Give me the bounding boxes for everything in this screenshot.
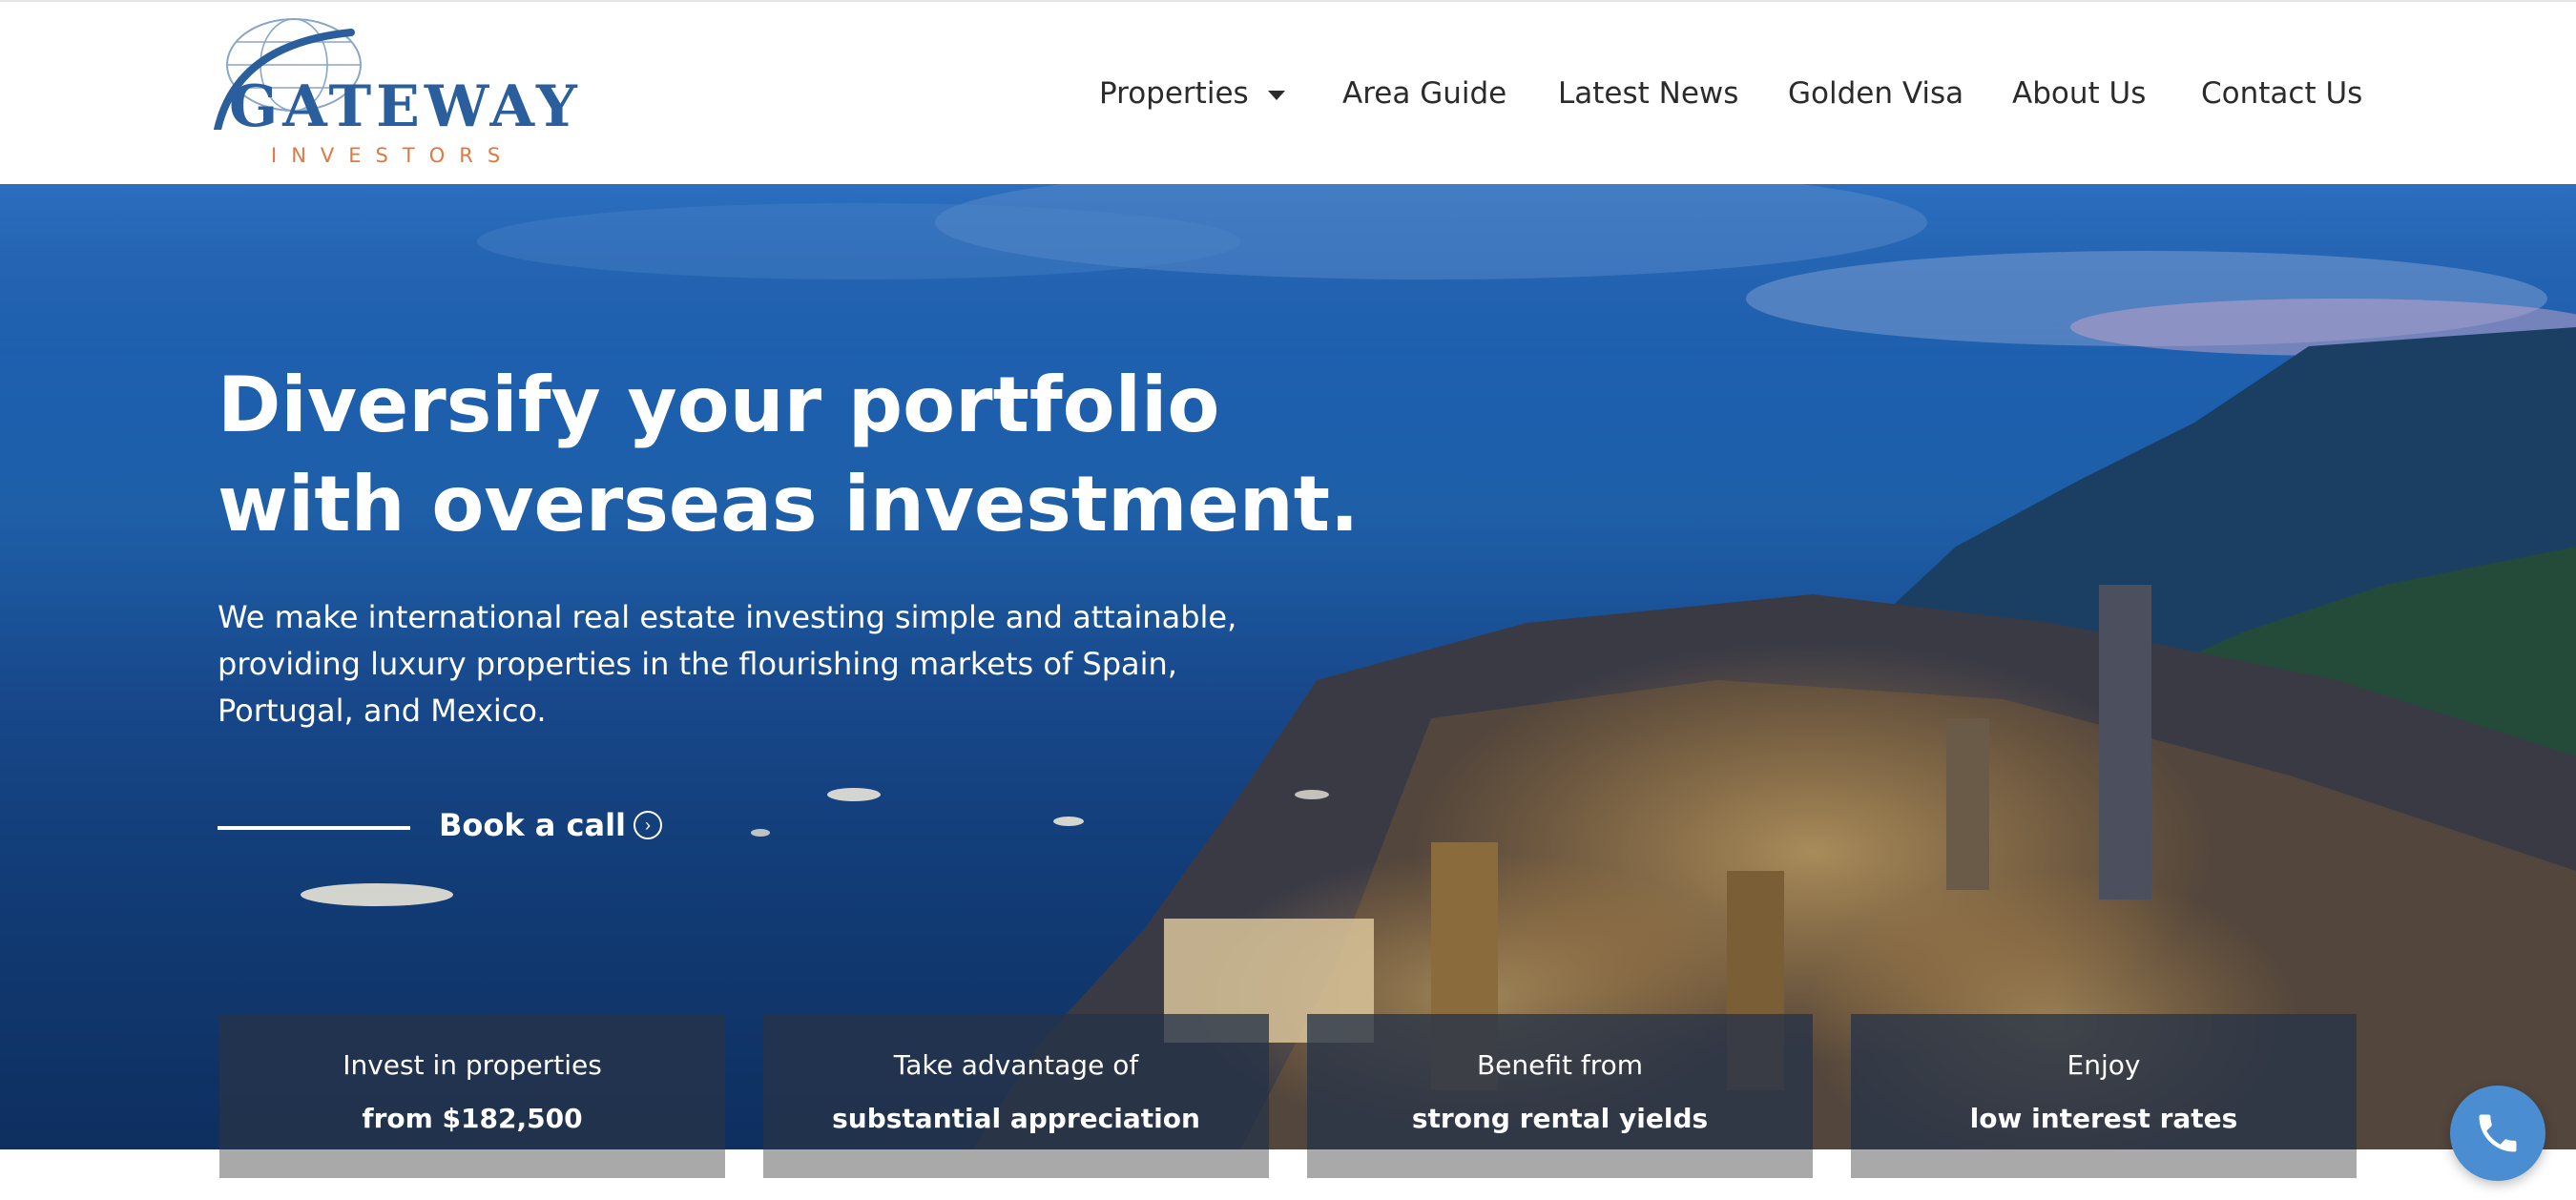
nav-item-label: Golden Visa xyxy=(1788,76,1964,111)
logo-subline: INVESTORS xyxy=(271,144,515,167)
nav-item-label: Contact Us xyxy=(2201,76,2363,111)
card-line2: substantial appreciation xyxy=(832,1103,1200,1134)
feature-card-appreciation: Take advantage of substantial appreciati… xyxy=(763,1014,1269,1178)
feature-card-rental-yields: Benefit from strong rental yields xyxy=(1307,1014,1813,1178)
nav-item-label: Area Guide xyxy=(1342,76,1507,111)
feature-card-interest-rates: Enjoy low interest rates xyxy=(1851,1014,2357,1178)
nav-item-golden-visa[interactable]: Golden Visa xyxy=(1788,72,1963,114)
book-a-call-label: Book a call xyxy=(439,807,627,843)
nav-item-about-us[interactable]: About Us xyxy=(2012,72,2146,114)
hero-lead-text: We make international real estate invest… xyxy=(218,599,1237,729)
chevron-right-circle-icon: › xyxy=(634,811,662,839)
site-header: GATEWAY INVESTORS Properties Area Guide … xyxy=(0,0,2576,184)
nav-item-properties[interactable]: Properties xyxy=(1099,72,1285,114)
card-line1: Invest in properties xyxy=(343,1049,602,1081)
card-line2: low interest rates xyxy=(1969,1103,2238,1134)
divider-line xyxy=(218,826,410,830)
caret-down-icon xyxy=(1267,90,1285,100)
nav-item-area-guide[interactable]: Area Guide xyxy=(1342,72,1506,114)
nav-item-latest-news[interactable]: Latest News xyxy=(1558,72,1738,114)
call-button[interactable] xyxy=(2450,1086,2545,1181)
nav-item-label: Latest News xyxy=(1558,76,1739,111)
logo[interactable]: GATEWAY INVESTORS xyxy=(208,15,590,168)
card-line1: Enjoy xyxy=(2067,1049,2141,1081)
card-line1: Take advantage of xyxy=(893,1049,1139,1081)
hero-headline: Diversify your portfolio with overseas i… xyxy=(218,361,1360,548)
card-line2: strong rental yields xyxy=(1411,1103,1709,1134)
nav-item-contact-us[interactable]: Contact Us xyxy=(2201,72,2362,114)
nav-item-label: About Us xyxy=(2012,76,2147,111)
feature-card-price: Invest in properties from $182,500 xyxy=(219,1014,725,1178)
card-line1: Benefit from xyxy=(1476,1049,1644,1081)
logo-wordmark: GATEWAY xyxy=(229,73,582,140)
hero-section: Diversify your portfolio with overseas i… xyxy=(0,184,2576,1149)
nav-item-label: Properties xyxy=(1099,76,1249,111)
phone-icon xyxy=(2479,1114,2517,1152)
card-line2: from $182,500 xyxy=(362,1103,583,1134)
